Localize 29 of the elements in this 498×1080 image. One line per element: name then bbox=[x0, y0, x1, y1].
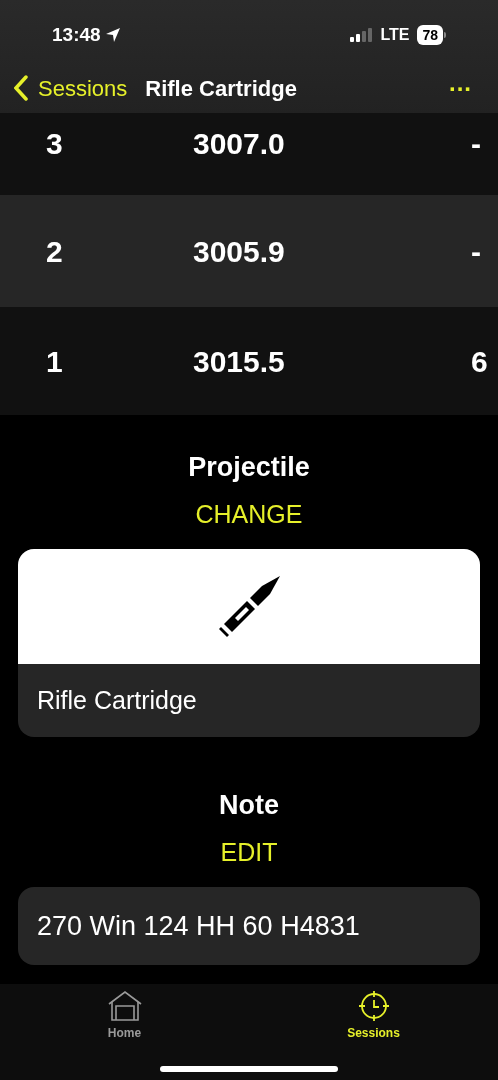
change-button[interactable]: CHANGE bbox=[195, 495, 303, 533]
projectile-card[interactable]: Rifle Cartridge bbox=[18, 549, 480, 737]
signal-icon bbox=[350, 28, 373, 42]
battery-level: 78 bbox=[417, 25, 443, 45]
section-heading: Note bbox=[219, 789, 279, 822]
section-heading: Projectile bbox=[188, 451, 310, 484]
note-text: 270 Win 124 HH 60 H4831 bbox=[18, 887, 480, 965]
nav-title: Rifle Cartridge bbox=[145, 74, 297, 103]
tab-bar-item[interactable]: Home bbox=[0, 990, 249, 1042]
table-cell-text: 1 bbox=[45, 343, 64, 380]
projectile-name: Rifle Cartridge bbox=[36, 684, 198, 716]
table-cell-text: 3015.5 bbox=[193, 343, 286, 380]
back-button[interactable]: Sessions bbox=[14, 71, 128, 105]
table-cell-text: - bbox=[471, 126, 481, 162]
table-cell-text: 3005.9 bbox=[193, 233, 286, 270]
table-cell-text: - bbox=[471, 233, 481, 270]
edit-button[interactable]: EDIT bbox=[220, 833, 278, 871]
crosshair-clock-icon bbox=[357, 990, 390, 1022]
tab-bar-item[interactable]: Sessions bbox=[249, 990, 498, 1042]
table-cell-text: 3 bbox=[45, 126, 64, 162]
house-icon bbox=[107, 990, 142, 1022]
table-cell-text: 3007.0 bbox=[193, 126, 286, 162]
network-label: LTE bbox=[380, 25, 410, 45]
table-cell-text: 6 bbox=[471, 343, 488, 380]
table-cell-text: 2 bbox=[45, 233, 64, 270]
status-time: 13:48 bbox=[52, 22, 101, 47]
more-button[interactable]: ... bbox=[449, 71, 472, 105]
location-arrow-icon bbox=[104, 27, 121, 43]
chevron-left-icon bbox=[14, 75, 28, 101]
